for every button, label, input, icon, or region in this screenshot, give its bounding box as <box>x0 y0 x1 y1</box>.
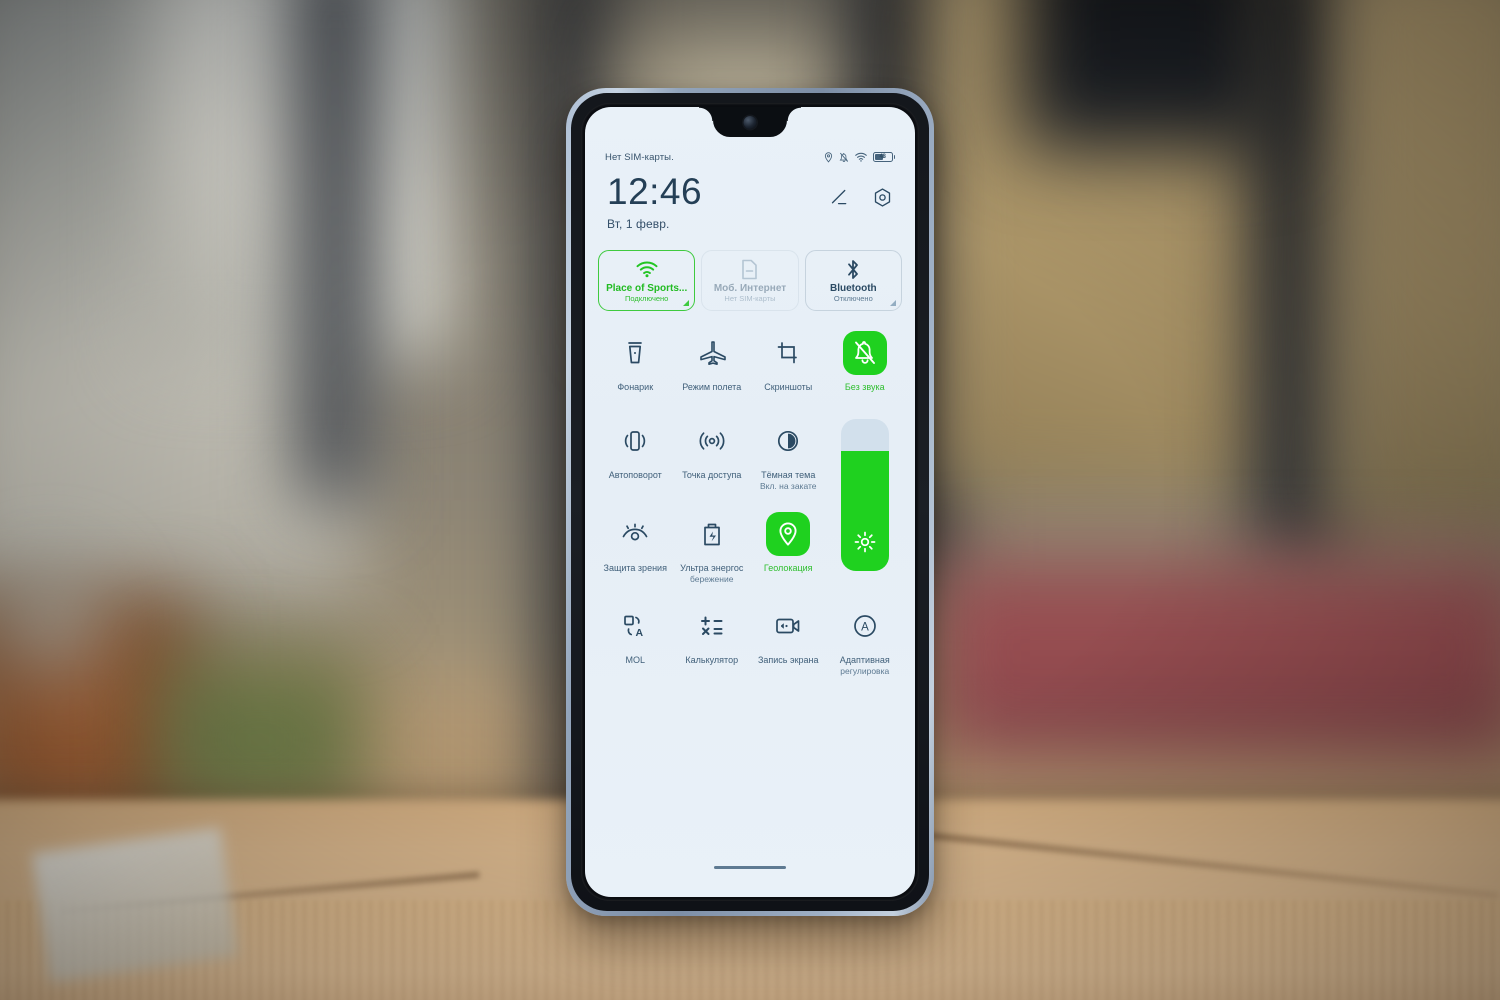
toggle-dark-theme[interactable]: Тёмная тема Вкл. на закате <box>751 413 826 506</box>
ultra-battery-icon <box>690 512 734 556</box>
edit-icon[interactable] <box>829 187 850 208</box>
toggle-screen-record-label: Запись экрана <box>757 655 819 665</box>
clock-time: 12:46 <box>607 171 703 212</box>
tile-wifi[interactable]: Place of Sports... Подключено <box>598 250 696 311</box>
toggle-screenshot-label: Скриншоты <box>764 382 813 392</box>
toggle-hotspot-label: Точка доступа <box>682 470 742 480</box>
toggle-location[interactable]: Геолокация <box>751 506 826 598</box>
wifi-icon <box>854 152 867 162</box>
auto-rotate-icon <box>613 419 657 463</box>
toggle-calculator-label: Калькулятор <box>685 655 739 665</box>
carrier-label: Нет SIM-карты. <box>605 151 674 163</box>
wifi-icon <box>636 260 658 280</box>
toggle-adaptive-brightness[interactable]: A Адаптивная регулировка <box>828 598 903 690</box>
calculator-icon <box>690 604 734 648</box>
toggle-eye-protection-label: Защита зрения <box>603 563 667 573</box>
toggle-silent-label: Без звука <box>844 382 885 392</box>
chevron-expand-icon[interactable] <box>889 300 896 306</box>
phone-screen[interactable]: Нет SIM-карты. 48 12:46 Вт, 1 февр. Plac… <box>585 107 915 897</box>
adaptive-brightness-icon: A <box>843 604 887 648</box>
tile-mobile-data-subtitle: Нет SIM-карты <box>724 294 776 304</box>
toggle-screen-record[interactable]: Запись экрана <box>751 598 826 690</box>
toggle-translate-mol[interactable]: A MOL <box>598 598 673 690</box>
toggle-flashlight-label: Фонарик <box>617 382 654 392</box>
location-icon <box>824 151 833 163</box>
dark-theme-icon <box>766 419 810 463</box>
toggle-airplane-mode[interactable]: Режим полета <box>675 325 750 413</box>
flashlight-icon <box>613 331 657 375</box>
airplane-icon <box>690 331 734 375</box>
mute-bell-icon <box>842 331 887 375</box>
toggle-flashlight[interactable]: Фонарик <box>598 325 673 413</box>
clock-date: Вт, 1 февр. <box>607 217 670 231</box>
quick-settings-grid: Фонарик Режим полета Скриншоты Без звука… <box>598 325 902 690</box>
svg-text:A: A <box>861 622 869 634</box>
phone-bezel: Нет SIM-карты. 48 12:46 Вт, 1 февр. Plac… <box>571 93 929 911</box>
phone-device: Нет SIM-карты. 48 12:46 Вт, 1 февр. Plac… <box>566 88 934 916</box>
tile-mobile-data-title: Моб. Интернет <box>713 282 787 294</box>
status-icons: 48 <box>824 151 895 163</box>
toggle-translate-label: MOL <box>625 655 645 665</box>
toggle-airplane-label: Режим полета <box>682 382 742 392</box>
phone-glass: Нет SIM-карты. 48 12:46 Вт, 1 февр. Plac… <box>581 103 919 901</box>
screenshot-icon <box>766 331 810 375</box>
tile-wifi-subtitle: Подключено <box>624 294 669 304</box>
waterdrop-notch <box>699 107 801 137</box>
toggle-eye-protection[interactable]: Защита зрения <box>598 506 673 598</box>
brightness-slider[interactable] <box>840 419 889 571</box>
clock-row: 12:46 Вт, 1 февр. <box>585 173 915 231</box>
location-pin-icon <box>766 512 811 556</box>
toggle-calculator[interactable]: Калькулятор <box>675 598 750 690</box>
eye-protect-icon <box>613 512 657 556</box>
battery-level-text: 48 <box>879 154 886 160</box>
settings-gear-icon[interactable] <box>872 187 893 208</box>
toggle-location-label: Геолокация <box>763 563 813 573</box>
toggle-dark-theme-label: Тёмная тема <box>761 470 816 480</box>
connectivity-tiles: Place of Sports... Подключено Моб. Интер… <box>598 250 902 311</box>
hotspot-icon <box>690 419 734 463</box>
toggle-screenshot[interactable]: Скриншоты <box>751 325 826 413</box>
sun-icon <box>854 531 876 553</box>
toggle-silent-mode[interactable]: Без звука <box>828 325 903 413</box>
toggle-auto-rotate[interactable]: Автоповорот <box>598 413 673 506</box>
header-actions <box>829 173 893 208</box>
translate-icon: A <box>613 604 657 648</box>
toggle-adaptive-sub: регулировка <box>840 666 890 677</box>
tile-wifi-title: Place of Sports... <box>606 282 688 294</box>
gesture-navigation-bar[interactable] <box>714 866 786 869</box>
mute-bell-icon <box>839 152 849 163</box>
tile-bluetooth-title: Bluetooth <box>829 282 877 294</box>
toggle-auto-rotate-label: Автоповорот <box>608 470 662 480</box>
sim-card-icon <box>741 259 758 280</box>
clock-block: 12:46 Вт, 1 февр. <box>607 173 702 231</box>
toggle-ultra-battery-sub: бережение <box>690 574 734 585</box>
screen-record-icon <box>766 604 810 648</box>
toggle-ultra-battery-saver[interactable]: Ультра энергос бережение <box>675 506 750 598</box>
toggle-hotspot[interactable]: Точка доступа <box>675 413 750 506</box>
battery-icon: 48 <box>872 152 895 162</box>
toggle-adaptive-label: Адаптивная <box>839 655 890 665</box>
tile-bluetooth-subtitle: Отключено <box>833 294 873 304</box>
chevron-expand-icon[interactable] <box>683 300 690 306</box>
tile-mobile-data[interactable]: Моб. Интернет Нет SIM-карты <box>701 250 799 311</box>
tile-bluetooth[interactable]: Bluetooth Отключено <box>804 250 902 311</box>
toggle-ultra-battery-label: Ультра энергос <box>680 563 744 573</box>
bluetooth-icon <box>845 260 861 280</box>
status-bar: Нет SIM-карты. 48 <box>585 149 915 165</box>
toggle-dark-theme-sub: Вкл. на закате <box>759 481 817 492</box>
svg-text:A: A <box>636 627 644 639</box>
front-camera-icon <box>743 116 757 129</box>
